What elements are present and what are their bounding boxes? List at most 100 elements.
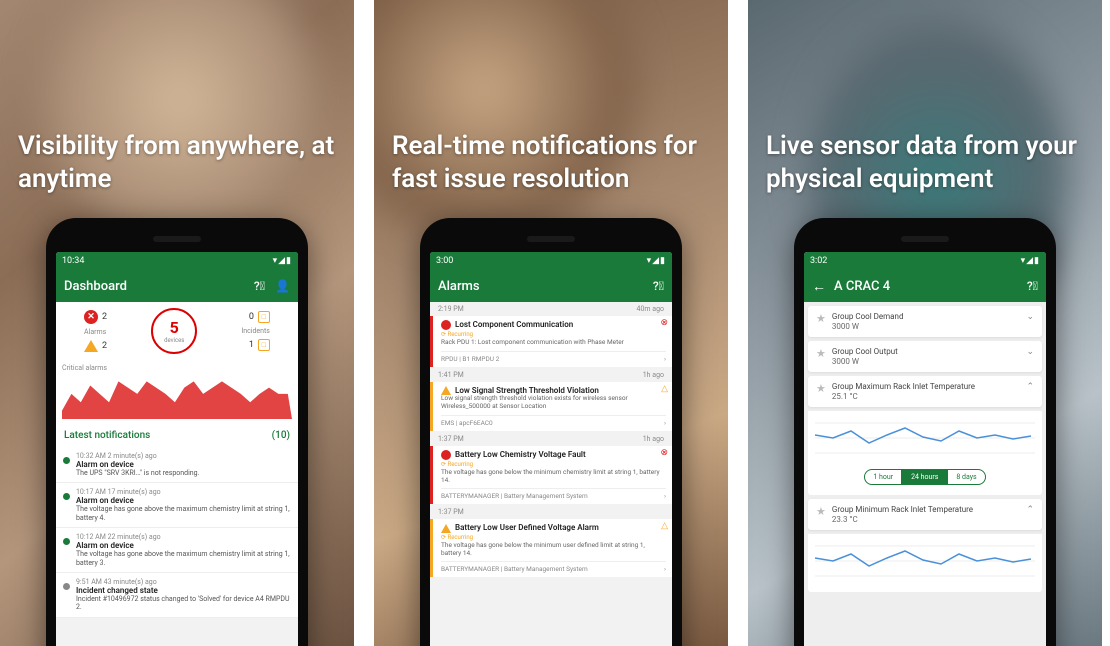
summary-card: ✕2 Alarms 2 5 devices 0□ Incidents 1□ [56, 302, 298, 360]
dashboard-content: ✕2 Alarms 2 5 devices 0□ Incidents 1□ [56, 302, 298, 646]
alarm-source[interactable]: BATTERYMANAGER | Battery Management Syst… [441, 561, 666, 573]
devices-circle[interactable]: 5 devices [151, 308, 197, 354]
chart-label: Critical alarms [62, 364, 292, 372]
calendar-icon: □ [258, 311, 270, 323]
alarm-item[interactable]: △Low Signal Strength Threshold Violation… [430, 382, 672, 431]
notification-item[interactable]: 10:32 AM 2 minute(s) agoAlarm on deviceT… [56, 447, 298, 483]
warning-icon [84, 340, 98, 352]
help-icon[interactable]: ?⃝ [1027, 279, 1038, 293]
alarm-recurring: ⟳ Recurring [441, 534, 666, 541]
status-icons: ▾◢▮ [647, 256, 666, 266]
alarm-item[interactable]: ⊗Battery Low Chemistry Voltage Fault⟳ Re… [430, 446, 672, 505]
back-icon[interactable]: ← [812, 278, 826, 295]
critical-alarms-chart[interactable]: Critical alarms [56, 360, 298, 424]
chevron-up-icon[interactable]: ⌃ [1026, 382, 1034, 392]
notif-body: The UPS "SRV 3KRI…" is not responding. [76, 469, 290, 477]
area-chart-svg [62, 372, 292, 420]
sensor-chart[interactable] [808, 534, 1042, 592]
sensor-item[interactable]: ★Group Cool Demand3000 W⌄ [808, 306, 1042, 337]
sensor-name: Group Maximum Rack Inlet Temperature [832, 382, 1027, 391]
screen-title: A CRAC 4 [834, 279, 890, 294]
alarm-title: Battery Low User Defined Voltage Alarm [441, 523, 666, 532]
time-option[interactable]: 8 days [947, 469, 985, 485]
alarms-label: Alarms [84, 328, 106, 336]
alarm-badge-icon: △ [661, 521, 668, 531]
notif-time: 10:12 AM 22 minute(s) ago [76, 533, 290, 541]
alarm-badge-icon: ⊗ [660, 448, 668, 458]
sensor-item[interactable]: ★Group Maximum Rack Inlet Temperature25.… [808, 376, 1042, 407]
notif-body: The voltage has gone above the maximum c… [76, 505, 290, 522]
status-time: 3:00 [436, 256, 453, 266]
screen-title: Alarms [438, 279, 480, 294]
marketing-panel-2: Real-time notifications for fast issue r… [374, 0, 728, 646]
alarm-source[interactable]: RPDU | B1 RMPDU 2› [441, 351, 666, 363]
status-bar: 10:34 ▾◢▮ [56, 252, 298, 270]
status-icons: ▾◢▮ [273, 256, 292, 266]
alarm-source[interactable]: BATTERYMANAGER | Battery Management Syst… [441, 488, 666, 500]
phone-mockup-1: 10:34 ▾◢▮ Dashboard ?⃝ 👤 ✕2 Alarms 2 5 [46, 218, 308, 646]
critical-count: 2 [102, 312, 107, 322]
sensor-content: ★Group Cool Demand3000 W⌄★Group Cool Out… [804, 302, 1046, 646]
chevron-up-icon[interactable]: ⌃ [1026, 505, 1034, 515]
profile-icon[interactable]: 👤 [275, 279, 290, 293]
star-icon[interactable]: ★ [816, 347, 826, 360]
star-icon[interactable]: ★ [816, 505, 826, 518]
notification-item[interactable]: 10:12 AM 22 minute(s) agoAlarm on device… [56, 528, 298, 573]
sensor-value: 3000 W [832, 357, 1027, 366]
chevron-right-icon: › [664, 565, 666, 573]
sensor-name: Group Cool Output [832, 347, 1027, 356]
status-time: 10:34 [62, 256, 84, 266]
star-icon[interactable]: ★ [816, 312, 826, 325]
calendar-icon-2: □ [258, 339, 270, 351]
devices-label: devices [164, 337, 184, 344]
alarm-desc: The voltage has gone below the minimum u… [441, 542, 666, 558]
time-option[interactable]: 1 hour [864, 469, 902, 485]
star-icon[interactable]: ★ [816, 382, 826, 395]
latest-notifications-header[interactable]: Latest notifications (10) [56, 424, 298, 447]
headline-1: Visibility from anywhere, at anytime [18, 130, 336, 195]
headline-2: Real-time notifications for fast issue r… [392, 130, 710, 195]
sensor-name: Group Minimum Rack Inlet Temperature [832, 505, 1027, 514]
time-range-selector: 1 hour24 hours8 days [814, 469, 1036, 485]
alarm-timestamp: 2:19 PM40m ago [430, 302, 672, 316]
sensor-chart[interactable]: 1 hour24 hours8 days [808, 411, 1042, 495]
critical-icon [441, 450, 451, 460]
incident-count-1: 1 [249, 340, 254, 350]
alarm-item[interactable]: ⊗Lost Component Communication⟳ Recurring… [430, 316, 672, 367]
alarm-source[interactable]: EMS | apcF6EAC0› [441, 415, 666, 427]
alarms-content: 2:19 PM40m ago⊗Lost Component Communicat… [430, 302, 672, 646]
alarm-item[interactable]: △Battery Low User Defined Voltage Alarm ⟳… [430, 519, 672, 577]
screen-title: Dashboard [64, 279, 127, 294]
help-icon[interactable]: ?⃝ [653, 279, 664, 293]
alarm-badge-icon: ⊗ [660, 318, 668, 328]
notif-time: 10:32 AM 2 minute(s) ago [76, 452, 290, 460]
notif-title: Alarm on device [76, 460, 290, 469]
chevron-down-icon[interactable]: ⌄ [1026, 312, 1034, 322]
alarm-badge-icon: △ [661, 384, 668, 394]
sensor-item[interactable]: ★ Group Cool Output3000 W⌄ [808, 341, 1042, 372]
sensor-item[interactable]: ★ Group Minimum Rack Inlet Temperature23.… [808, 499, 1042, 530]
alarm-recurring: ⟳ Recurring [441, 461, 666, 468]
status-icons: ▾◢▮ [1021, 256, 1040, 266]
notif-body: Incident #10496972 status changed to 'So… [76, 595, 290, 612]
notification-item[interactable]: 10:17 AM 17 minute(s) agoAlarm on device… [56, 483, 298, 528]
notif-title: Alarm on device [76, 496, 290, 505]
warning-icon [441, 524, 451, 533]
alarm-title: Lost Component Communication [441, 320, 666, 330]
alarm-timestamp: 1:37 PM1h ago [430, 432, 672, 446]
app-bar: ← A CRAC 4 ?⃝ [804, 270, 1046, 302]
status-bar: 3:00 ▾◢▮ [430, 252, 672, 270]
status-time: 3:02 [810, 256, 827, 266]
notif-title: Alarm on device [76, 541, 290, 550]
alarm-timestamp: 1:41 PM1h ago [430, 368, 672, 382]
chevron-down-icon[interactable]: ⌄ [1026, 347, 1034, 357]
notification-item[interactable]: 9:51 AM 43 minute(s) agoIncident changed… [56, 573, 298, 618]
time-option[interactable]: 24 hours [902, 469, 947, 485]
warning-count: 2 [102, 341, 107, 351]
incidents-label: Incidents [241, 327, 270, 335]
latest-count: (10) [272, 430, 290, 441]
app-bar: Dashboard ?⃝ 👤 [56, 270, 298, 302]
sensor-value: 23.3 °C [832, 515, 1027, 524]
notif-title: Incident changed state [76, 586, 290, 595]
help-icon[interactable]: ?⃝ [254, 279, 265, 293]
